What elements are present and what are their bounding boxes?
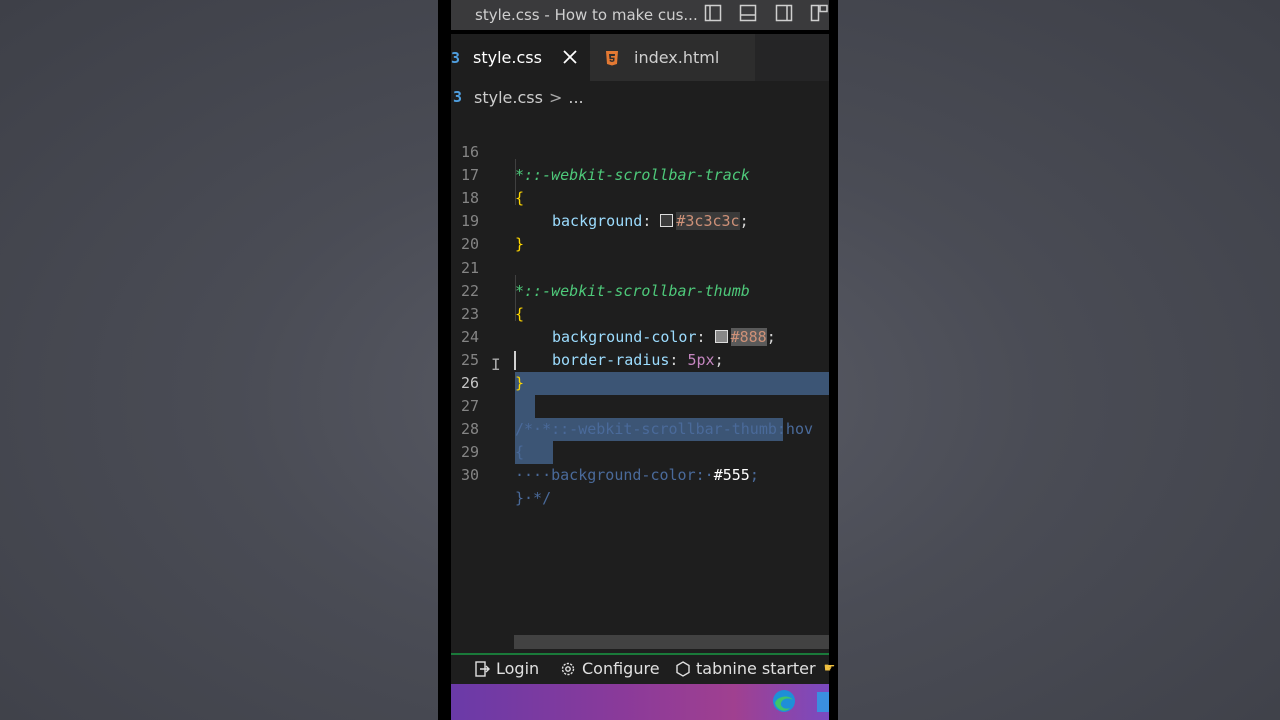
code-line: 25 } bbox=[460, 351, 525, 392]
code-line: 17 { bbox=[460, 166, 525, 207]
horizontal-scrollbar[interactable] bbox=[514, 635, 829, 649]
taskbar-app-icon[interactable] bbox=[817, 692, 829, 712]
tabnine-status[interactable]: tabnine starter ☛ bbox=[676, 659, 835, 678]
editor-tab-bar: 3 style.css index.html bbox=[451, 34, 829, 81]
toggle-panel-icon[interactable] bbox=[739, 4, 757, 22]
breadcrumb: 3 style.css > ... bbox=[451, 81, 829, 113]
gear-icon bbox=[561, 662, 575, 675]
tab-index-html[interactable]: index.html bbox=[590, 34, 755, 81]
tab-label: index.html bbox=[634, 48, 720, 67]
pointing-hand-icon: ☛ bbox=[823, 661, 836, 676]
tab-style-css[interactable]: 3 style.css bbox=[451, 34, 590, 81]
close-icon[interactable] bbox=[562, 49, 578, 65]
tabnine-icon bbox=[676, 660, 690, 677]
configure-button[interactable]: Configure bbox=[560, 659, 660, 678]
edge-browser-icon[interactable] bbox=[771, 688, 797, 714]
code-line: 30 }·*/ bbox=[460, 466, 552, 507]
code-line: 28 { bbox=[460, 420, 525, 461]
code-line: 24 border-radius: 5px; bbox=[460, 328, 724, 369]
breadcrumb-more[interactable]: ... bbox=[568, 88, 583, 107]
os-taskbar bbox=[451, 684, 829, 720]
sign-in-icon bbox=[475, 660, 490, 677]
toggle-sidebar-icon[interactable] bbox=[704, 4, 722, 22]
toggle-secondary-sidebar-icon[interactable] bbox=[775, 4, 793, 22]
login-button[interactable]: Login bbox=[475, 659, 539, 678]
code-line: 29 ····background-color:·#555; bbox=[460, 443, 759, 484]
title-bar: style.css - How to make cus... bbox=[451, 0, 829, 30]
css-icon: 3 bbox=[453, 88, 463, 106]
code-line: 27 /*·*::-webkit-scrollbar-thumb:hov bbox=[460, 397, 814, 438]
code-line: 16 *::-webkit-scrollbar-track bbox=[460, 143, 750, 184]
breadcrumb-file[interactable]: style.css bbox=[474, 88, 543, 107]
text-cursor bbox=[514, 351, 516, 370]
status-bar: Login Configure tabnine starter ☛ bbox=[451, 653, 835, 684]
code-line: 18 background: #3c3c3c; bbox=[460, 189, 749, 230]
screen-recording-frame: style.css - How to make cus... 3 style.c… bbox=[438, 0, 838, 720]
customize-layout-icon[interactable] bbox=[810, 4, 828, 22]
tab-label: style.css bbox=[473, 48, 542, 67]
chevron-right-icon: > bbox=[548, 87, 563, 107]
code-line: 20 bbox=[460, 235, 479, 253]
code-line-current: 26 I bbox=[451, 349, 829, 392]
code-line: 22 { bbox=[460, 282, 525, 323]
code-editor[interactable]: 16 *::-webkit-scrollbar-track 17 { 18 ba… bbox=[451, 113, 829, 653]
window-title: style.css - How to make cus... bbox=[475, 6, 698, 24]
css-icon: 3 bbox=[451, 48, 461, 67]
code-line: 19 } bbox=[460, 212, 525, 253]
code-line: 21 *::-webkit-scrollbar-thumb bbox=[460, 259, 750, 300]
html-icon bbox=[606, 50, 618, 65]
code-line: 23 background-color: #888; bbox=[460, 305, 776, 346]
